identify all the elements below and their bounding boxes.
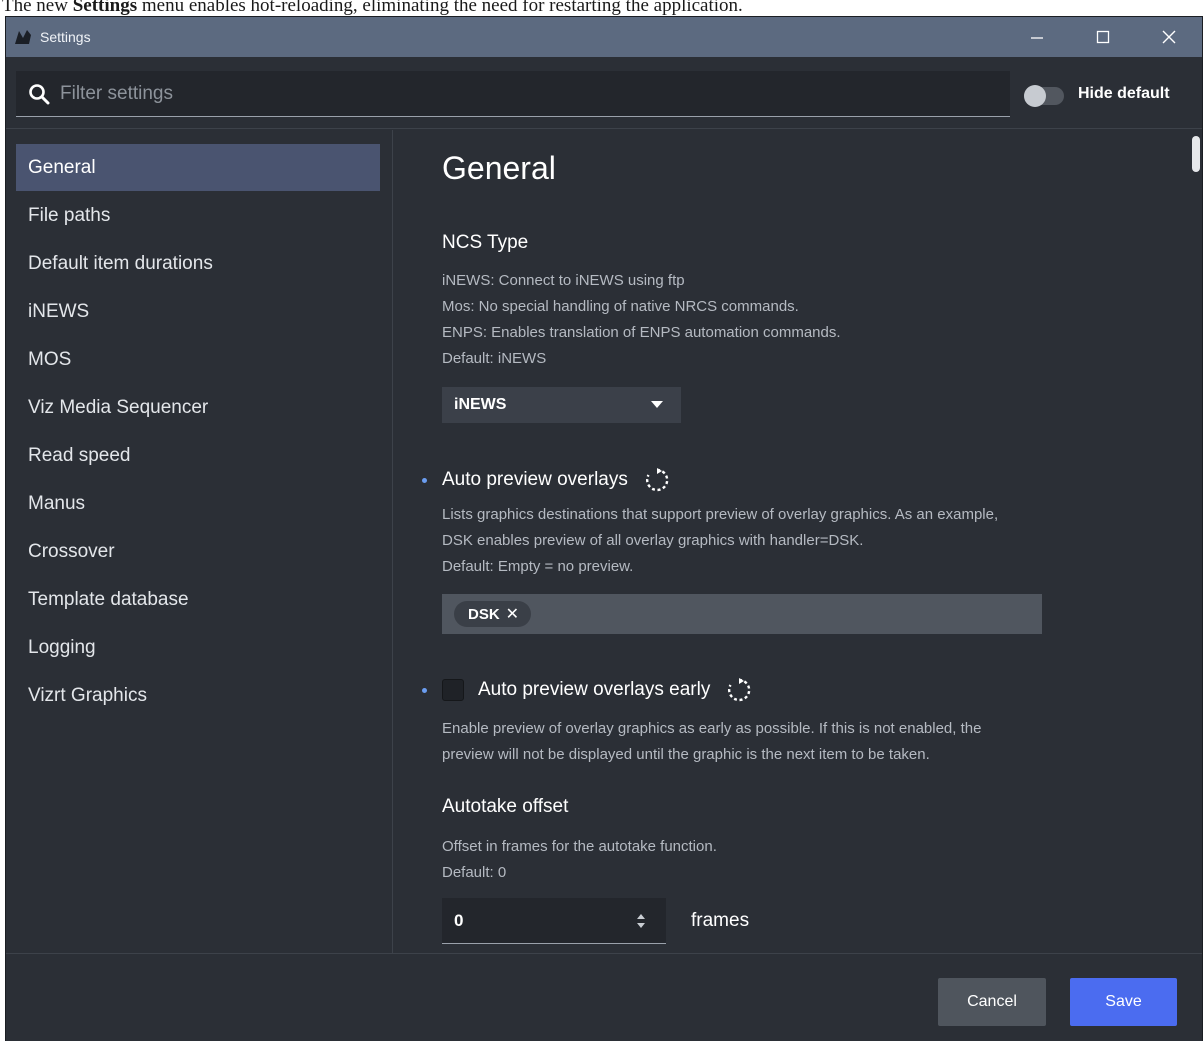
- scrollbar-thumb[interactable]: [1192, 136, 1200, 172]
- autotake-desc-line: Default: 0: [442, 864, 507, 881]
- sidebar-item-template-database[interactable]: Template database: [16, 576, 380, 623]
- sidebar-item-default-item-durations[interactable]: Default item durations: [16, 240, 380, 287]
- sidebar-item-general[interactable]: General: [16, 144, 380, 191]
- reset-to-default-icon[interactable]: [726, 677, 752, 703]
- auto-preview-overlays-title: Auto preview overlays: [442, 467, 670, 493]
- sidebar-item-viz-media-sequencer[interactable]: Viz Media Sequencer: [16, 384, 380, 431]
- ncs-desc-line: Default: iNEWS: [442, 350, 547, 367]
- auto-preview-desc-line: Lists graphics destinations that support…: [442, 506, 999, 523]
- settings-sidebar: General File paths Default item duration…: [6, 130, 393, 953]
- minimize-button[interactable]: [1004, 17, 1070, 57]
- dialog-footer: Cancel Save: [6, 953, 1202, 1041]
- settings-window: Settings Hide default General: [5, 16, 1203, 1041]
- ncs-type-description: iNEWS: Connect to iNEWS using ftp Mos: N…: [442, 268, 841, 372]
- sidebar-item-manus[interactable]: Manus: [16, 480, 380, 527]
- auto-preview-overlays-early-checkbox[interactable]: [442, 679, 464, 701]
- tag-chip-dsk: DSK ✕: [454, 601, 532, 627]
- auto-preview-overlays-early-description: Enable preview of overlay graphics as ea…: [442, 716, 981, 768]
- save-button[interactable]: Save: [1070, 978, 1177, 1026]
- hide-default-toggle[interactable]: [1024, 85, 1064, 107]
- page-title: General: [442, 150, 556, 186]
- caret-down-icon: [651, 401, 663, 408]
- remove-tag-icon[interactable]: ✕: [506, 604, 519, 624]
- title-bar: Settings: [6, 17, 1202, 57]
- autotake-unit-label: frames: [691, 910, 750, 931]
- maximize-icon: [1096, 30, 1110, 44]
- ncs-desc-line: Mos: No special handling of native NRCS …: [442, 298, 799, 315]
- search-box: [16, 71, 1010, 117]
- maximize-button[interactable]: [1070, 17, 1136, 57]
- sidebar-item-mos[interactable]: MOS: [16, 336, 380, 383]
- toggle-knob: [1024, 85, 1046, 107]
- window-title: Settings: [40, 29, 91, 45]
- autotake-offset-input[interactable]: [454, 910, 604, 931]
- modified-indicator-dot: [422, 478, 427, 483]
- auto-preview-desc-line: DSK enables preview of all overlay graph…: [442, 532, 864, 549]
- auto-preview-overlays-tag-input[interactable]: DSK ✕: [442, 594, 1042, 634]
- ncs-type-select[interactable]: iNEWS: [442, 387, 681, 423]
- cancel-button[interactable]: Cancel: [938, 978, 1046, 1026]
- sidebar-item-logging[interactable]: Logging: [16, 624, 380, 671]
- vizrt-logo-icon: [15, 30, 31, 44]
- ncs-type-selected-value: iNEWS: [454, 396, 507, 413]
- sidebar-item-file-paths[interactable]: File paths: [16, 192, 380, 239]
- sidebar-item-vizrt-graphics[interactable]: Vizrt Graphics: [16, 672, 380, 719]
- content-scrollbar[interactable]: [1190, 130, 1202, 953]
- close-button[interactable]: [1136, 17, 1202, 57]
- sidebar-item-read-speed[interactable]: Read speed: [16, 432, 380, 479]
- close-icon: [1162, 30, 1176, 44]
- autotake-desc-line: Offset in frames for the autotake functi…: [442, 838, 717, 855]
- auto-preview-early-desc-line: preview will not be displayed until the …: [442, 746, 930, 763]
- sidebar-item-crossover[interactable]: Crossover: [16, 528, 380, 575]
- filter-bar: Hide default: [6, 57, 1202, 129]
- window-controls: [1004, 17, 1202, 57]
- caption-suffix: menu enables hot-reloading, eliminating …: [137, 0, 743, 16]
- reset-to-default-icon[interactable]: [644, 467, 670, 493]
- spin-arrows-icon[interactable]: [636, 913, 646, 929]
- autotake-offset-spinbox: [442, 898, 666, 944]
- caption-bold: Settings: [72, 0, 138, 16]
- ncs-type-title: NCS Type: [442, 232, 529, 253]
- tag-chip-label: DSK: [468, 605, 500, 623]
- ncs-desc-line: iNEWS: Connect to iNEWS using ftp: [442, 272, 685, 289]
- auto-preview-early-desc-line: Enable preview of overlay graphics as ea…: [442, 720, 982, 737]
- sidebar-item-inews[interactable]: iNEWS: [16, 288, 380, 335]
- auto-preview-overlays-early-label: Auto preview overlays early: [478, 679, 711, 700]
- autotake-offset-description: Offset in frames for the autotake functi…: [442, 834, 717, 886]
- modified-indicator-dot: [422, 688, 427, 693]
- filter-settings-input[interactable]: [60, 82, 960, 105]
- minimize-icon: [1031, 37, 1043, 39]
- auto-preview-desc-line: Default: Empty = no preview.: [442, 558, 634, 575]
- search-icon: [29, 83, 50, 104]
- auto-preview-overlays-label: Auto preview overlays: [442, 469, 628, 490]
- autotake-offset-title: Autotake offset: [442, 796, 569, 817]
- auto-preview-overlays-early-title: Auto preview overlays early: [442, 677, 752, 703]
- settings-content: General NCS Type iNEWS: Connect to iNEWS…: [394, 130, 1190, 953]
- caption-prefix: The new: [2, 0, 73, 16]
- hide-default-label: Hide default: [1078, 85, 1170, 102]
- auto-preview-overlays-description: Lists graphics destinations that support…: [442, 502, 998, 580]
- ncs-desc-line: ENPS: Enables translation of ENPS automa…: [442, 324, 841, 341]
